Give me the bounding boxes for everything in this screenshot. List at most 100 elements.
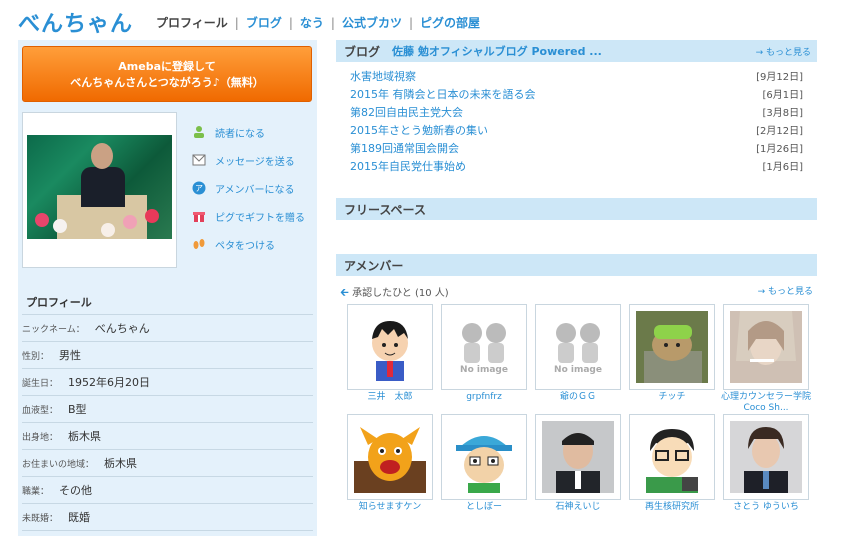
blog-entry: 第189回通常国会開会 [1月26日] bbox=[350, 140, 803, 158]
amember-name[interactable]: チッチ bbox=[625, 392, 719, 403]
action-list: 読者になる メッセージを送る ア アメンバーになる ピグでギフトを贈る ペタをつ… bbox=[191, 118, 305, 258]
profile-heading: プロフィール bbox=[22, 284, 313, 315]
register-button-line2: べんちゃんさんとつながろう♪（無料） bbox=[70, 76, 264, 89]
amember-card: 三井 太郎 bbox=[343, 304, 437, 403]
amember-avatar[interactable] bbox=[723, 414, 809, 500]
free-space-section: フリースペース bbox=[336, 198, 817, 240]
blog-section-header: ブログ 佐藤 勉オフィシャルブログ Powered ... → もっと見る bbox=[336, 40, 817, 62]
blog-subtitle-link[interactable]: 佐藤 勉オフィシャルブログ Powered ... bbox=[392, 43, 602, 59]
amember-card: としぼー bbox=[437, 414, 531, 513]
profile-row: 誕生日： 1952年6月20日 bbox=[22, 369, 313, 396]
action-become-reader[interactable]: 読者になる bbox=[191, 118, 305, 146]
profile-row: 未既婚： 既婚 bbox=[22, 504, 313, 531]
blog-entry-date: [3月8日] bbox=[762, 108, 803, 119]
nav-separator: | bbox=[330, 15, 335, 30]
profile-key: 血液型： bbox=[22, 405, 59, 416]
blog-entry: 2015年 有隣会と日本の未来を語る会 [6月1日] bbox=[350, 86, 803, 104]
amember-avatar[interactable]: No image bbox=[441, 304, 527, 390]
svg-text:ア: ア bbox=[195, 184, 203, 193]
amember-name[interactable]: さとう ゆういち bbox=[719, 502, 813, 513]
register-button-line1: Amebaに登録して bbox=[118, 60, 216, 73]
profile-row: 出身地： 栃木県 bbox=[22, 423, 313, 450]
blog-entry: 第82回自由民主党大会 [3月8日] bbox=[350, 104, 803, 122]
blog-entry: 水害地域視察 [9月12日] bbox=[350, 68, 803, 86]
blog-entry-date: [2月12日] bbox=[756, 126, 803, 137]
nav-separator: | bbox=[408, 15, 413, 30]
action-peta[interactable]: ペタをつける bbox=[191, 230, 305, 258]
nav-profile[interactable]: プロフィール bbox=[156, 14, 228, 31]
amember-avatar[interactable] bbox=[723, 304, 809, 390]
profile-row: 血液型： B型 bbox=[22, 396, 313, 423]
nav-pig-room[interactable]: ピグの部屋 bbox=[420, 14, 480, 31]
amember-avatar[interactable] bbox=[629, 414, 715, 500]
action-send-message[interactable]: メッセージを送る bbox=[191, 146, 305, 174]
amember-avatar[interactable] bbox=[535, 414, 621, 500]
footprint-icon bbox=[191, 236, 207, 252]
nav-separator: | bbox=[288, 15, 293, 30]
blog-entry-date: [1月26日] bbox=[756, 144, 803, 155]
profile-value: 1952年6月20日 bbox=[68, 376, 151, 389]
blog-entry-title[interactable]: 2015年 有隣会と日本の未来を語る会 bbox=[350, 86, 536, 104]
nav-now[interactable]: なう bbox=[300, 14, 324, 31]
free-space-body bbox=[336, 220, 817, 240]
profile-key: 未既婚： bbox=[22, 513, 59, 524]
blog-entry-title[interactable]: 2015年自民党仕事始め bbox=[350, 158, 466, 176]
amember-name[interactable]: 再生核研究所 bbox=[625, 502, 719, 513]
profile-photo-frame bbox=[22, 112, 177, 268]
amember-avatar[interactable] bbox=[347, 414, 433, 500]
profile-photo[interactable] bbox=[27, 135, 172, 239]
blog-section: ブログ 佐藤 勉オフィシャルブログ Powered ... → もっと見る 水害… bbox=[336, 40, 817, 176]
amember-avatar[interactable] bbox=[629, 304, 715, 390]
profile-block: プロフィール ニックネーム： べんちゃん 性別： 男性 誕生日： 1952年6月20日… bbox=[18, 284, 317, 531]
site-title[interactable]: べんちゃん bbox=[18, 6, 133, 38]
profile-value: べんちゃん bbox=[94, 322, 150, 335]
nav-separator: | bbox=[234, 15, 239, 30]
blog-more-link[interactable]: → もっと見る bbox=[756, 45, 811, 58]
action-label: ピグでギフトを贈る bbox=[215, 212, 305, 224]
amember-card: 再生核研究所 bbox=[625, 414, 719, 513]
profile-key: 性別： bbox=[22, 351, 50, 362]
action-become-amember[interactable]: ア アメンバーになる bbox=[191, 174, 305, 202]
profile-value: 男性 bbox=[59, 349, 82, 362]
amember-avatar[interactable]: No image bbox=[535, 304, 621, 390]
amember-name[interactable]: 三井 太郎 bbox=[343, 392, 437, 403]
amember-card: No image 爺のＧＧ bbox=[531, 304, 625, 403]
right-column: ブログ 佐藤 勉オフィシャルブログ Powered ... → もっと見る 水害… bbox=[336, 40, 817, 512]
profile-value: 栃木県 bbox=[104, 457, 138, 470]
nav-bukatsu[interactable]: 公式ブカツ bbox=[342, 14, 402, 31]
amember-name[interactable]: grpfnfrz bbox=[437, 392, 531, 403]
amember-card: 石神えいじ bbox=[531, 414, 625, 513]
blog-entry-title[interactable]: 水害地域視察 bbox=[350, 68, 416, 86]
amember-heading: アメンバー bbox=[344, 258, 404, 273]
blog-entry-title[interactable]: 第82回自由民主党大会 bbox=[350, 104, 463, 122]
amember-more-link[interactable]: → もっと見る bbox=[758, 284, 813, 303]
profile-key: ニックネーム： bbox=[22, 324, 85, 335]
free-space-header: フリースペース bbox=[336, 198, 817, 220]
envelope-icon bbox=[191, 152, 207, 168]
reader-icon bbox=[191, 124, 207, 140]
blog-entry: 2015年さとう勉新春の集い [2月12日] bbox=[350, 122, 803, 140]
action-pig-gift[interactable]: ピグでギフトを贈る bbox=[191, 202, 305, 230]
amember-name[interactable]: 石神えいじ bbox=[531, 502, 625, 513]
back-arrow-icon[interactable]: 🡰 bbox=[340, 286, 349, 299]
amember-header: アメンバー bbox=[336, 254, 817, 276]
amember-card: チッチ bbox=[625, 304, 719, 403]
amember-name[interactable]: としぼー bbox=[437, 502, 531, 513]
amember-card: 知らせますケン bbox=[343, 414, 437, 513]
register-button[interactable]: Amebaに登録して べんちゃんさんとつながろう♪（無料） bbox=[22, 46, 312, 102]
left-column: Amebaに登録して べんちゃんさんとつながろう♪（無料） 読者になる メッセー… bbox=[18, 40, 317, 536]
blog-entry-title[interactable]: 第189回通常国会開会 bbox=[350, 140, 459, 158]
profile-row: 職業： その他 bbox=[22, 477, 313, 504]
nav-blog[interactable]: ブログ bbox=[246, 14, 282, 31]
amember-avatar[interactable] bbox=[441, 414, 527, 500]
no-image-label: No image bbox=[554, 365, 602, 375]
amember-name[interactable]: 知らせますケン bbox=[343, 502, 437, 513]
blog-entry-list: 水害地域視察 [9月12日] 2015年 有隣会と日本の未来を語る会 [6月1日] … bbox=[336, 62, 817, 176]
amember-name[interactable]: 爺のＧＧ bbox=[531, 392, 625, 403]
amember-avatar[interactable] bbox=[347, 304, 433, 390]
profile-value: その他 bbox=[59, 484, 93, 497]
action-label: メッセージを送る bbox=[215, 156, 295, 168]
amember-name[interactable]: 心理カウンセラー学院Coco Sh... bbox=[719, 392, 813, 414]
blog-entry-date: [1月6日] bbox=[762, 162, 803, 173]
blog-entry-title[interactable]: 2015年さとう勉新春の集い bbox=[350, 122, 488, 140]
